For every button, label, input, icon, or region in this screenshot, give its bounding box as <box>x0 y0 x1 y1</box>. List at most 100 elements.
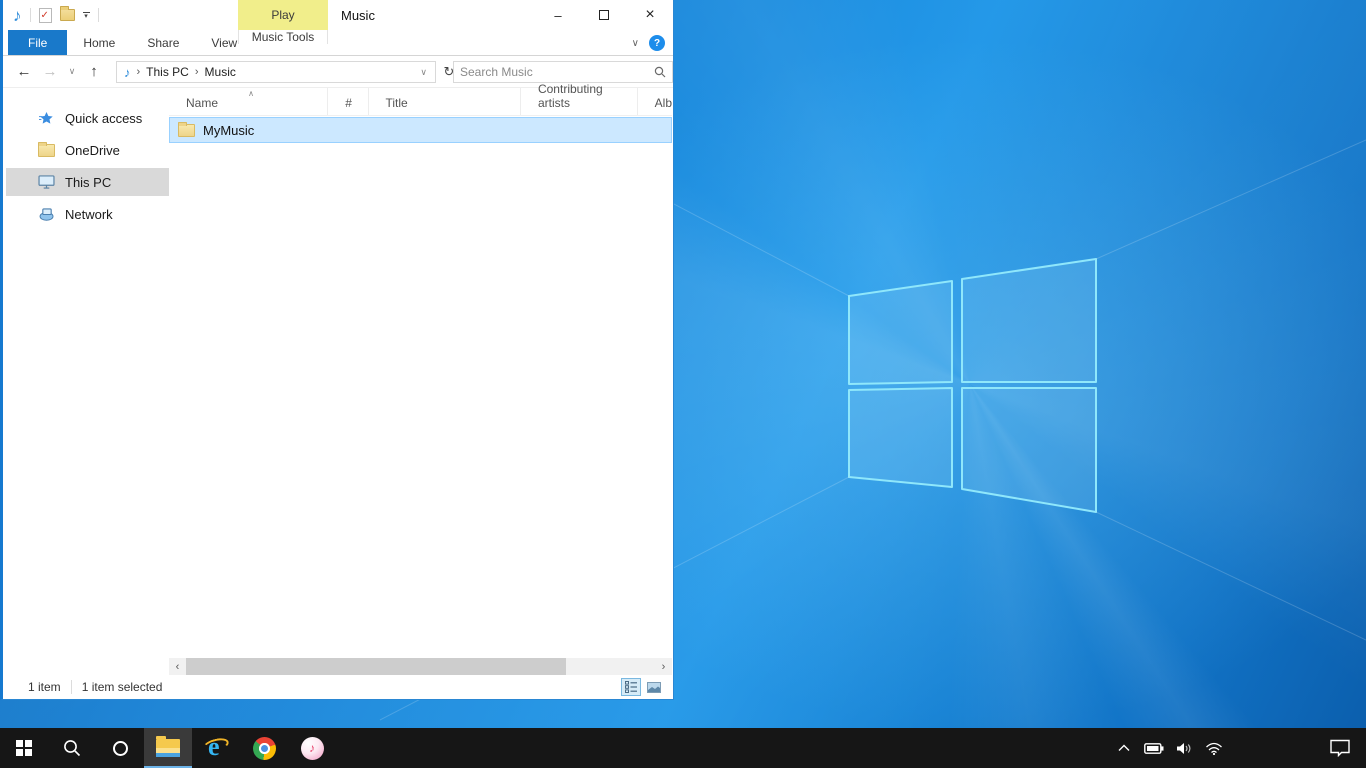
ribbon-collapse-icon[interactable]: ∨ <box>632 38 639 49</box>
internet-explorer-button[interactable]: e <box>192 728 240 768</box>
address-dropdown-icon[interactable]: ∨ <box>412 67 435 78</box>
window-controls: – × <box>535 0 673 30</box>
tab-file[interactable]: File <box>8 30 67 55</box>
battery-icon[interactable] <box>1142 728 1166 768</box>
folder-icon <box>178 124 195 137</box>
column-contributing-artists[interactable]: Contributing artists <box>521 88 638 115</box>
column-title[interactable]: Title <box>369 88 521 115</box>
itunes-button[interactable]: ♪ <box>288 728 336 768</box>
tab-home[interactable]: Home <box>67 30 131 55</box>
column-number[interactable]: # <box>328 88 368 115</box>
tab-share[interactable]: Share <box>131 30 195 55</box>
status-left: 1 item 1 item selected <box>6 680 162 694</box>
separator <box>30 8 31 22</box>
search-icon <box>654 66 672 78</box>
taskbar-search-button[interactable] <box>48 728 96 768</box>
file-explorer-window: ♪ ▾ Play Music – × File Home Share View … <box>0 0 674 700</box>
close-button[interactable]: × <box>627 0 673 30</box>
column-label: Title <box>386 96 408 110</box>
back-icon[interactable]: ← <box>13 63 35 80</box>
tab-music-tools[interactable]: Music Tools <box>238 30 328 44</box>
quick-access-toolbar: ♪ ▾ <box>13 0 99 30</box>
hidden-icons-chevron-icon[interactable] <box>1112 728 1136 768</box>
help-icon[interactable]: ? <box>649 35 665 51</box>
column-label: Contributing artists <box>538 82 637 110</box>
address-bar[interactable]: ♪ › This PC › Music ∨ <box>116 61 436 83</box>
breadcrumb-chevron: › <box>189 66 205 78</box>
column-label: # <box>345 96 352 110</box>
chrome-icon <box>253 737 276 760</box>
cortana-icon <box>113 741 128 756</box>
onedrive-folder-icon <box>38 144 55 157</box>
internet-explorer-icon: e <box>203 735 229 761</box>
windows-logo-icon <box>16 740 32 756</box>
file-explorer-taskbar-button[interactable] <box>144 728 192 768</box>
recent-locations-icon[interactable]: ∨ <box>65 66 79 77</box>
selected-count: 1 item selected <box>82 680 163 694</box>
sidebar-item-this-pc[interactable]: This PC <box>6 168 169 196</box>
column-name[interactable]: Name ∧ <box>169 88 328 115</box>
sidebar-item-onedrive[interactable]: OneDrive <box>6 136 169 164</box>
properties-icon[interactable] <box>39 8 52 23</box>
search-input[interactable] <box>454 65 654 79</box>
breadcrumb-chevron: › <box>131 66 147 78</box>
volume-icon[interactable] <box>1172 728 1196 768</box>
forward-icon[interactable]: → <box>39 63 61 80</box>
customize-qat-icon[interactable]: ▾ <box>83 12 90 19</box>
start-button[interactable] <box>0 728 48 768</box>
column-label: Name <box>186 96 218 110</box>
file-explorer-icon <box>156 739 180 757</box>
sidebar-item-quick-access[interactable]: Quick access <box>6 104 169 132</box>
new-folder-icon[interactable] <box>60 9 75 21</box>
file-row-mymusic[interactable]: MyMusic <box>169 117 672 143</box>
music-note-window-icon: ♪ <box>13 7 22 24</box>
itunes-icon: ♪ <box>301 737 324 760</box>
status-bar: 1 item 1 item selected <box>6 675 672 699</box>
maximize-button[interactable] <box>581 0 627 30</box>
file-rows: MyMusic <box>169 117 672 143</box>
details-view-button[interactable] <box>621 678 641 696</box>
navigation-pane: Quick access OneDrive This PC Network <box>6 88 169 675</box>
taskbar: e ♪ <box>0 728 1366 768</box>
scroll-left-icon[interactable]: ‹ <box>169 661 186 673</box>
sidebar-label: Quick access <box>65 111 142 126</box>
scrollbar-track[interactable] <box>186 658 655 675</box>
separator <box>71 680 72 694</box>
search-box <box>453 61 673 83</box>
titlebar: ♪ ▾ Play Music – × <box>3 0 673 30</box>
ribbon-right-controls: ∨ ? <box>632 30 665 56</box>
breadcrumb-this-pc[interactable]: This PC <box>146 65 189 79</box>
column-album[interactable]: Alb <box>638 88 672 115</box>
sort-ascending-icon: ∧ <box>248 89 254 98</box>
column-label: Alb <box>655 96 672 110</box>
view-toggles <box>621 678 672 696</box>
sidebar-item-network[interactable]: Network <box>6 200 169 228</box>
cortana-button[interactable] <box>96 728 144 768</box>
large-icons-view-button[interactable] <box>644 678 664 696</box>
item-count: 1 item <box>28 680 61 694</box>
quick-access-star-icon <box>38 111 55 126</box>
sidebar-label: OneDrive <box>65 143 120 158</box>
breadcrumb-music[interactable]: Music <box>205 65 236 79</box>
action-center-icon[interactable] <box>1318 728 1362 768</box>
system-tray <box>1112 728 1366 768</box>
file-list-area: Name ∧ # Title Contributing artists Alb <box>169 88 672 675</box>
ribbon-tabs: File Home Share View Music Tools ∨ ? <box>3 30 673 56</box>
chrome-button[interactable] <box>240 728 288 768</box>
scrollbar-thumb[interactable] <box>186 658 566 675</box>
this-pc-monitor-icon <box>38 175 55 189</box>
sidebar-label: Network <box>65 207 113 222</box>
main-area: Quick access OneDrive This PC Network <box>6 88 672 675</box>
search-icon <box>63 739 81 757</box>
contextual-tab-group[interactable]: Play <box>238 0 328 30</box>
minimize-button[interactable]: – <box>535 0 581 30</box>
horizontal-scrollbar: ‹ › <box>169 658 672 675</box>
network-icon <box>38 208 55 221</box>
file-name: MyMusic <box>203 123 254 138</box>
up-icon[interactable]: ↑ <box>83 63 105 80</box>
scroll-right-icon[interactable]: › <box>655 661 672 673</box>
sidebar-label: This PC <box>65 175 111 190</box>
separator <box>98 8 99 22</box>
column-headers: Name ∧ # Title Contributing artists Alb <box>169 88 672 116</box>
wifi-icon[interactable] <box>1202 728 1226 768</box>
